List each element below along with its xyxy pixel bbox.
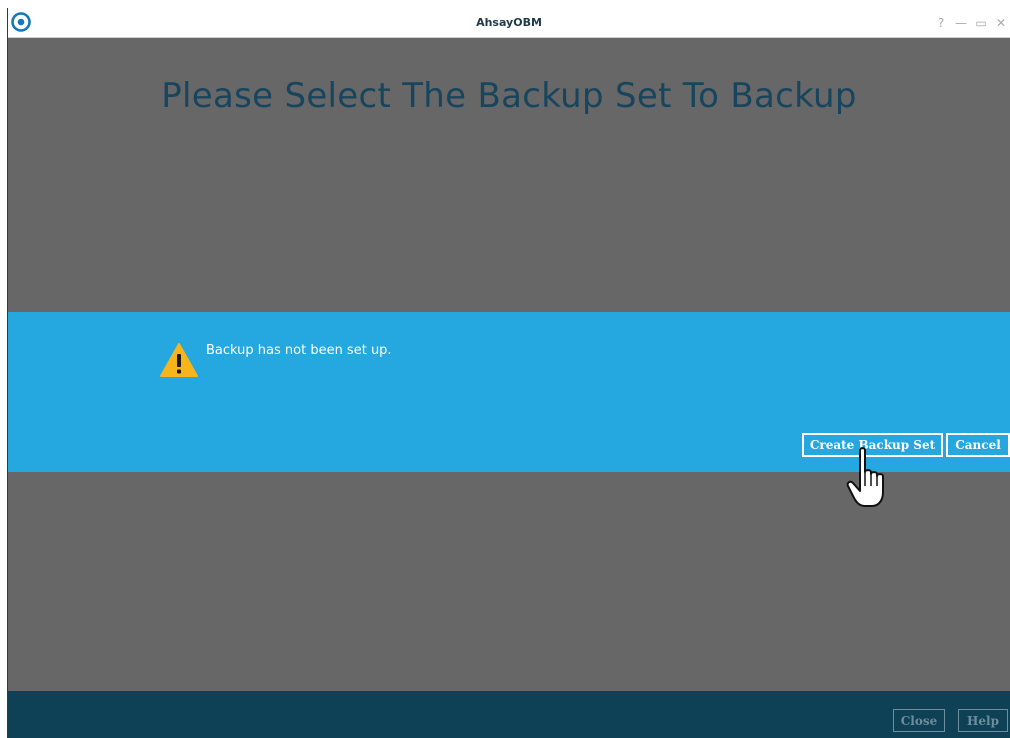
warning-icon: [160, 343, 198, 377]
page-title: Please Select The Backup Set To Backup: [161, 76, 857, 116]
close-button[interactable]: Close: [893, 709, 945, 732]
app-window: AhsayOBM ? — ▭ ✕ Please Select The Backu…: [7, 8, 1010, 738]
title-bar: AhsayOBM ? — ▭ ✕: [8, 8, 1010, 38]
cancel-button[interactable]: Cancel: [946, 433, 1010, 457]
footer-bar: Close Help: [8, 691, 1010, 738]
dialog-message: Backup has not been set up.: [206, 343, 392, 358]
window-title: AhsayOBM: [476, 16, 542, 29]
help-button[interactable]: Help: [958, 709, 1008, 732]
hand-pointer-cursor-icon: [846, 447, 884, 507]
minimize-icon[interactable]: —: [952, 13, 970, 33]
maximize-icon[interactable]: ▭: [972, 13, 990, 33]
close-window-icon[interactable]: ✕: [992, 13, 1010, 33]
window-controls: ? — ▭ ✕: [930, 8, 1010, 37]
help-icon[interactable]: ?: [932, 13, 950, 33]
